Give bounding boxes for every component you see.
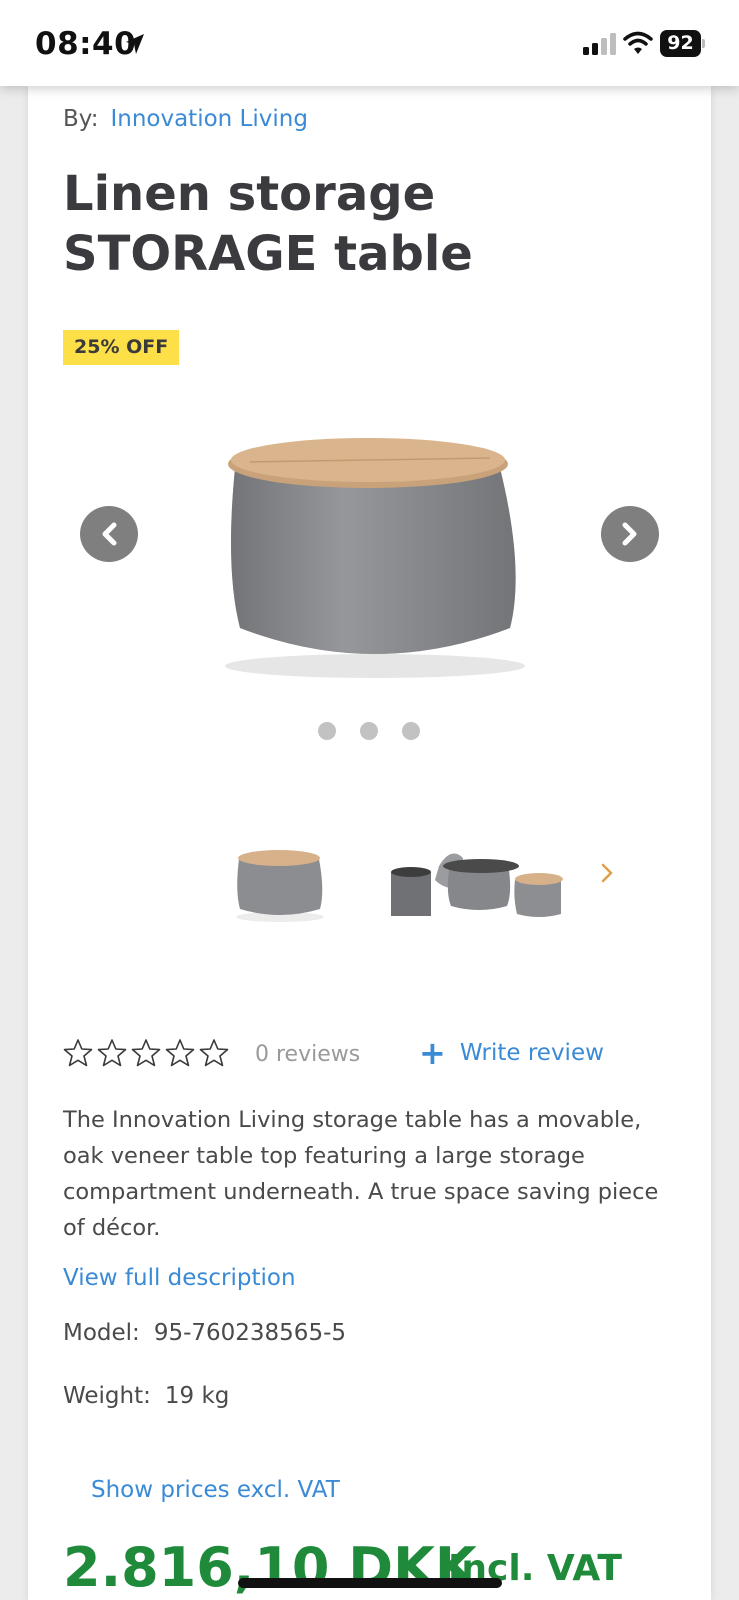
star-outline-icon[interactable]	[199, 1038, 229, 1068]
weight-spec: Weight: 19 kg	[63, 1383, 229, 1409]
home-indicator[interactable]	[238, 1578, 502, 1588]
chevron-right-icon	[601, 863, 613, 883]
star-outline-icon[interactable]	[165, 1038, 195, 1068]
product-image	[210, 430, 540, 694]
brand-line: By: Innovation Living	[63, 106, 308, 132]
star-outline-icon[interactable]	[131, 1038, 161, 1068]
product-price: 2.816,10 DKK	[63, 1536, 477, 1599]
carousel-dot[interactable]	[360, 722, 378, 740]
carousel-dots	[318, 722, 420, 740]
chevron-right-icon	[622, 522, 637, 546]
thumbnail-1[interactable]	[230, 845, 330, 929]
discount-badge: 25% OFF	[63, 330, 180, 365]
carousel-dot[interactable]	[402, 722, 420, 740]
thumbnail-2[interactable]	[391, 848, 563, 924]
model-value: 95-760238565-5	[153, 1320, 347, 1346]
signal-icon	[583, 33, 617, 59]
reviews-count[interactable]: 0 reviews	[255, 1042, 360, 1067]
write-review-label: Write review	[459, 1040, 604, 1066]
plus-icon: +	[419, 1034, 446, 1072]
star-outline-icon[interactable]	[97, 1038, 127, 1068]
battery-level: 92	[660, 30, 701, 57]
model-spec: Model: 95-760238565-5	[63, 1320, 346, 1346]
brand-link[interactable]: Innovation Living	[110, 106, 307, 132]
chevron-left-icon	[102, 522, 117, 546]
battery-icon: 92	[660, 30, 705, 57]
wifi-icon	[623, 31, 653, 59]
rating-stars	[63, 1038, 229, 1068]
write-review-button[interactable]: + Write review	[419, 1034, 604, 1072]
product-title: Linen storage STORAGE table	[63, 166, 473, 282]
star-outline-icon[interactable]	[63, 1038, 93, 1068]
view-full-description-link[interactable]: View full description	[63, 1265, 296, 1291]
by-label: By:	[63, 106, 99, 132]
carousel-next-button[interactable]	[601, 506, 659, 562]
weight-label: Weight:	[63, 1383, 151, 1409]
weight-value: 19 kg	[164, 1383, 230, 1409]
carousel-dot[interactable]	[318, 722, 336, 740]
status-time: 08:40	[35, 26, 137, 62]
location-arrow-icon	[124, 32, 146, 60]
status-bar: 08:40 92	[0, 0, 739, 86]
product-card	[28, 86, 711, 1600]
carousel-prev-button[interactable]	[80, 506, 138, 562]
thumbnails-next-button[interactable]	[600, 862, 614, 888]
show-prices-excl-vat-toggle[interactable]: Show prices excl. VAT	[91, 1477, 340, 1503]
product-description: The Innovation Living storage table has …	[63, 1107, 659, 1241]
model-label: Model:	[63, 1320, 140, 1346]
